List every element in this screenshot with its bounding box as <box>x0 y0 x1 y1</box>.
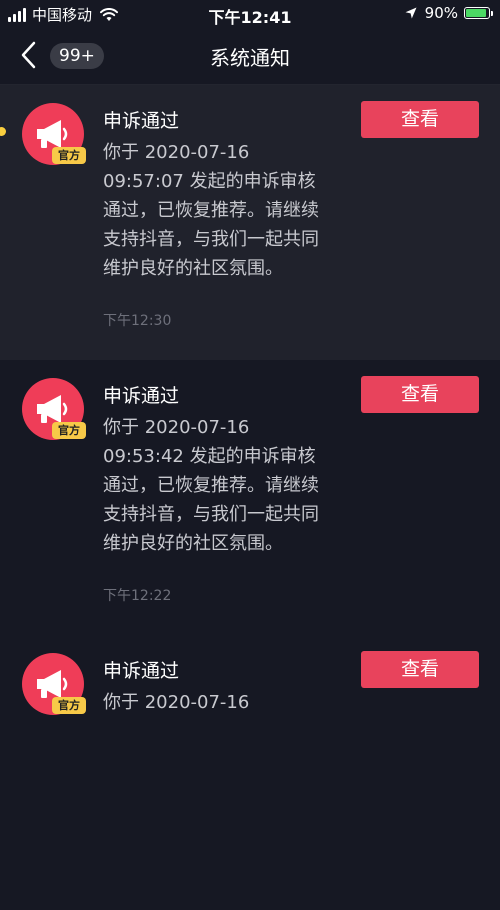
notification-list: 官方 申诉通过 你于 2020-07-16 09:57:07 发起的申诉审核通过… <box>0 85 500 910</box>
notification-title: 申诉通过 <box>103 660 180 682</box>
status-right: 90% <box>405 4 493 22</box>
battery-icon <box>464 7 493 19</box>
notification-title: 申诉通过 <box>103 110 180 132</box>
notification-item[interactable]: 官方 申诉通过 你于 2020-07-16 查看 <box>0 635 500 910</box>
notification-title: 申诉通过 <box>103 385 180 407</box>
notification-time: 下午12:22 <box>103 588 172 604</box>
megaphone-icon <box>37 120 68 148</box>
notification-item[interactable]: 官方 申诉通过 你于 2020-07-16 09:53:42 发起的申诉审核通过… <box>0 360 500 635</box>
unread-dot <box>0 127 6 136</box>
megaphone-icon <box>37 670 68 698</box>
view-button[interactable]: 查看 <box>361 376 479 413</box>
notification-body: 你于 2020-07-16 09:57:07 发起的申诉审核通过，已恢复推荐。请… <box>103 142 319 279</box>
notification-item[interactable]: 官方 申诉通过 你于 2020-07-16 09:57:07 发起的申诉审核通过… <box>0 85 500 360</box>
official-tag: 官方 <box>52 697 86 714</box>
official-tag: 官方 <box>52 147 86 164</box>
battery-percent: 90% <box>424 4 458 22</box>
notification-time: 下午12:30 <box>103 313 172 329</box>
view-button[interactable]: 查看 <box>361 101 479 138</box>
nav-bar: 99+ 系统通知 <box>0 28 500 85</box>
location-arrow-icon <box>405 7 417 19</box>
megaphone-icon <box>37 395 68 423</box>
notification-body: 你于 2020-07-16 09:53:42 发起的申诉审核通过，已恢复推荐。请… <box>103 417 319 554</box>
battery-level-fill <box>466 9 486 17</box>
page-title: 系统通知 <box>210 46 290 70</box>
official-tag: 官方 <box>52 422 86 439</box>
notification-body: 你于 2020-07-16 <box>103 692 250 713</box>
view-button[interactable]: 查看 <box>361 651 479 688</box>
status-bar: 中国移动 下午12:41 90% <box>0 0 500 28</box>
